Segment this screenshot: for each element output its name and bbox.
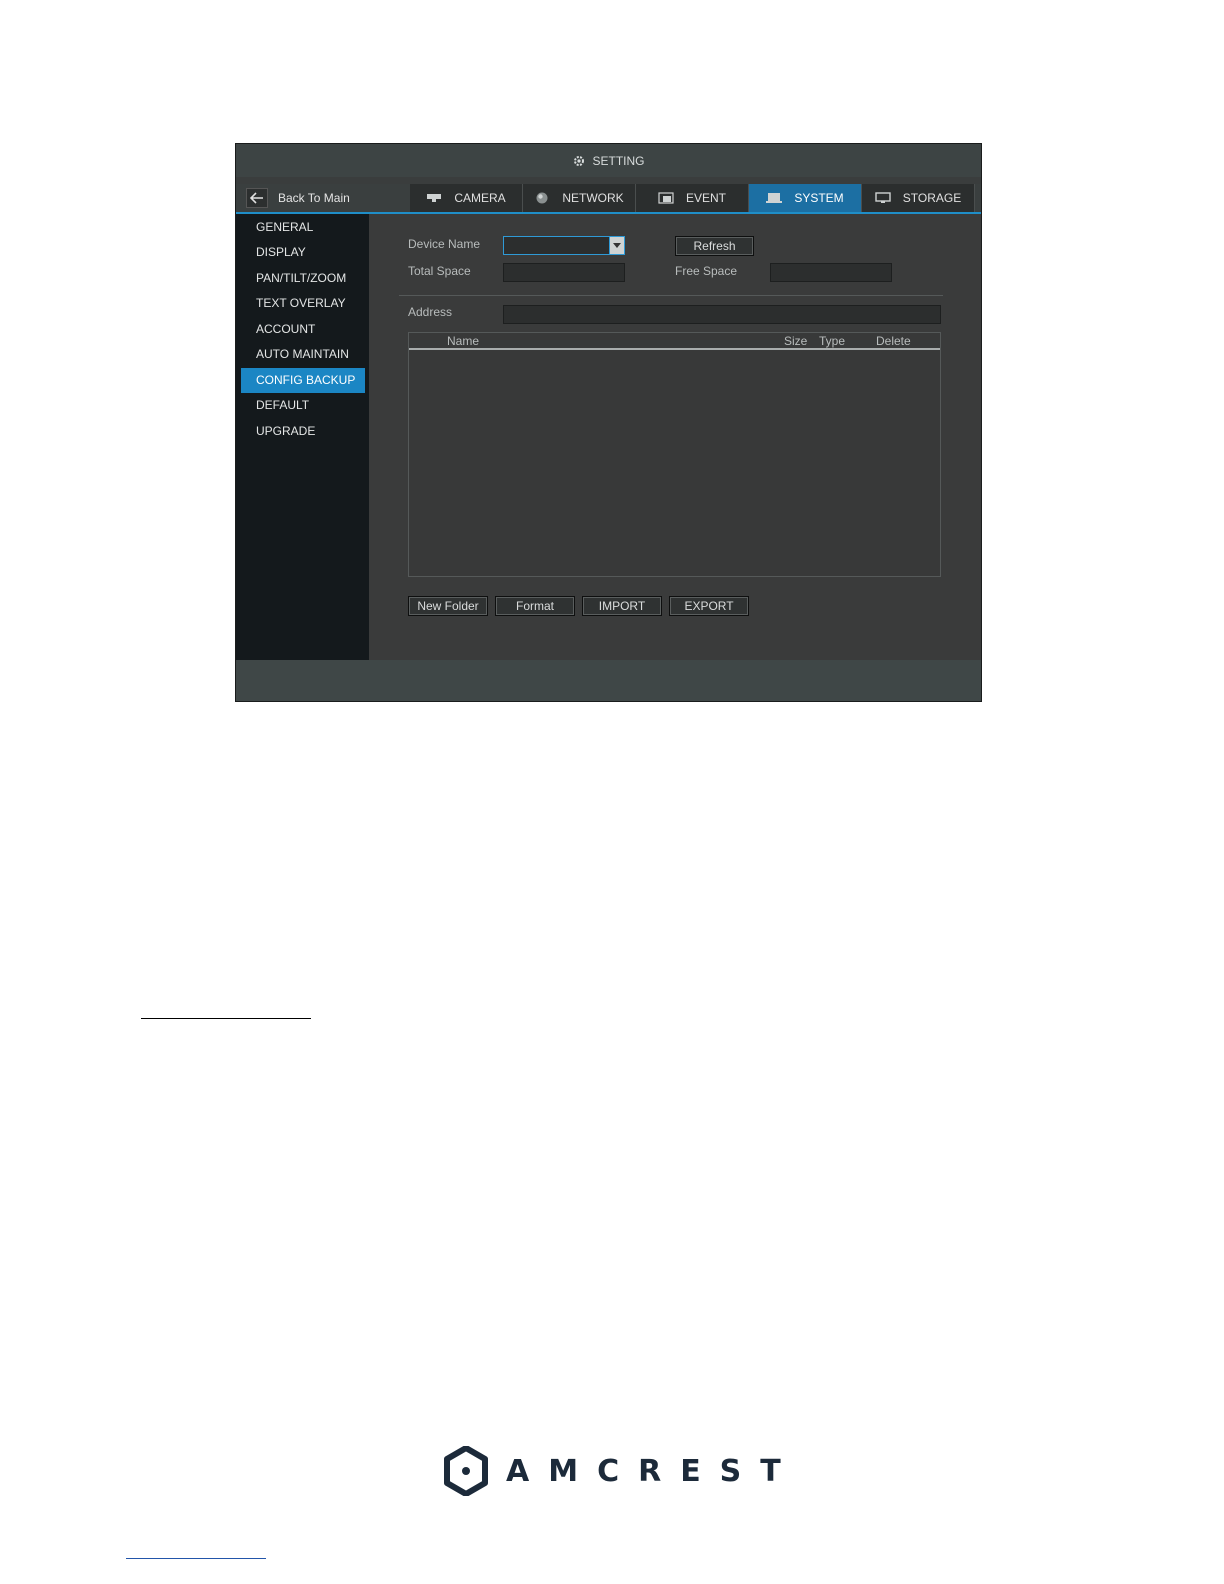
chevron-down-icon[interactable] [609, 237, 624, 254]
tab-label: SYSTEM [794, 191, 844, 205]
column-header-delete: Delete [876, 334, 911, 348]
sidebar-item-text-overlay[interactable]: TEXT OVERLAY [241, 291, 365, 316]
tab-system[interactable]: SYSTEM [749, 184, 862, 212]
divider [399, 295, 943, 296]
free-space-field [770, 263, 892, 282]
tab-label: CAMERA [454, 191, 506, 205]
gear-icon [574, 155, 585, 166]
new-folder-button[interactable]: New Folder [408, 596, 488, 616]
total-space-field [503, 263, 625, 282]
device-name-label: Device Name [408, 237, 481, 251]
tab-network[interactable]: NETWORK [523, 184, 636, 212]
back-arrow-icon [246, 188, 268, 208]
column-header-size: Size [784, 334, 808, 348]
brand-name: AMCREST [506, 1453, 800, 1489]
back-to-main-button[interactable]: Back To Main [246, 186, 350, 210]
address-label: Address [408, 305, 453, 319]
format-button[interactable]: Format [495, 596, 575, 616]
sidebar-item-general[interactable]: GENERAL [241, 215, 365, 240]
status-bar [236, 660, 981, 701]
amcrest-hexagon-icon [444, 1446, 488, 1496]
event-icon [658, 192, 674, 204]
camera-icon [427, 194, 442, 202]
system-icon [766, 193, 783, 203]
sidebar-item-auto-maintain[interactable]: AUTO MAINTAIN [241, 342, 365, 367]
tab-camera[interactable]: CAMERA [410, 184, 523, 212]
footer-link-underline [126, 1558, 266, 1559]
file-list-header: Name Size Type Delete [409, 333, 940, 350]
refresh-button[interactable]: Refresh [675, 236, 754, 256]
tab-event[interactable]: EVENT [636, 184, 749, 212]
section-underline [141, 1018, 311, 1019]
tab-label: STORAGE [902, 191, 962, 205]
brand-logo: AMCREST [444, 1446, 800, 1496]
column-header-type: Type [819, 334, 846, 348]
main-tabs: CAMERA NETWORK EVENT SYSTEM STORAGE [410, 184, 975, 212]
sidebar-item-pan-tilt-zoom[interactable]: PAN/TILT/ZOOM [241, 266, 365, 291]
device-name-select[interactable] [503, 236, 625, 255]
sidebar-item-config-backup[interactable]: CONFIG BACKUP [241, 368, 365, 393]
monitor-icon [875, 192, 891, 203]
title-bar: SETTING [236, 144, 981, 177]
globe-icon [536, 192, 548, 204]
tab-storage[interactable]: STORAGE [862, 184, 975, 212]
file-list-table[interactable]: Name Size Type Delete [408, 332, 941, 577]
nav-row: Back To Main CAMERA NETWORK EVENT SYSTEM… [236, 184, 981, 214]
window-title: SETTING [592, 153, 645, 168]
back-to-main-label: Back To Main [278, 191, 350, 205]
config-backup-panel: Device Name Refresh Total Space Free Spa… [369, 214, 981, 660]
settings-window: SETTING Back To Main CAMERA NETWORK EVEN… [235, 143, 982, 702]
sidebar-item-upgrade[interactable]: UPGRADE [241, 419, 365, 444]
sidebar: GENERAL DISPLAY PAN/TILT/ZOOM TEXT OVERL… [236, 214, 369, 660]
import-button[interactable]: IMPORT [582, 596, 662, 616]
total-space-label: Total Space [408, 264, 471, 278]
address-field[interactable] [503, 305, 941, 324]
column-header-name: Name [447, 334, 480, 348]
sidebar-item-account[interactable]: ACCOUNT [241, 317, 365, 342]
free-space-label: Free Space [675, 264, 738, 278]
tab-label: NETWORK [562, 191, 624, 205]
sidebar-item-default[interactable]: DEFAULT [241, 393, 365, 418]
tab-label: EVENT [685, 191, 726, 205]
export-button[interactable]: EXPORT [669, 596, 749, 616]
sidebar-item-display[interactable]: DISPLAY [241, 240, 365, 265]
